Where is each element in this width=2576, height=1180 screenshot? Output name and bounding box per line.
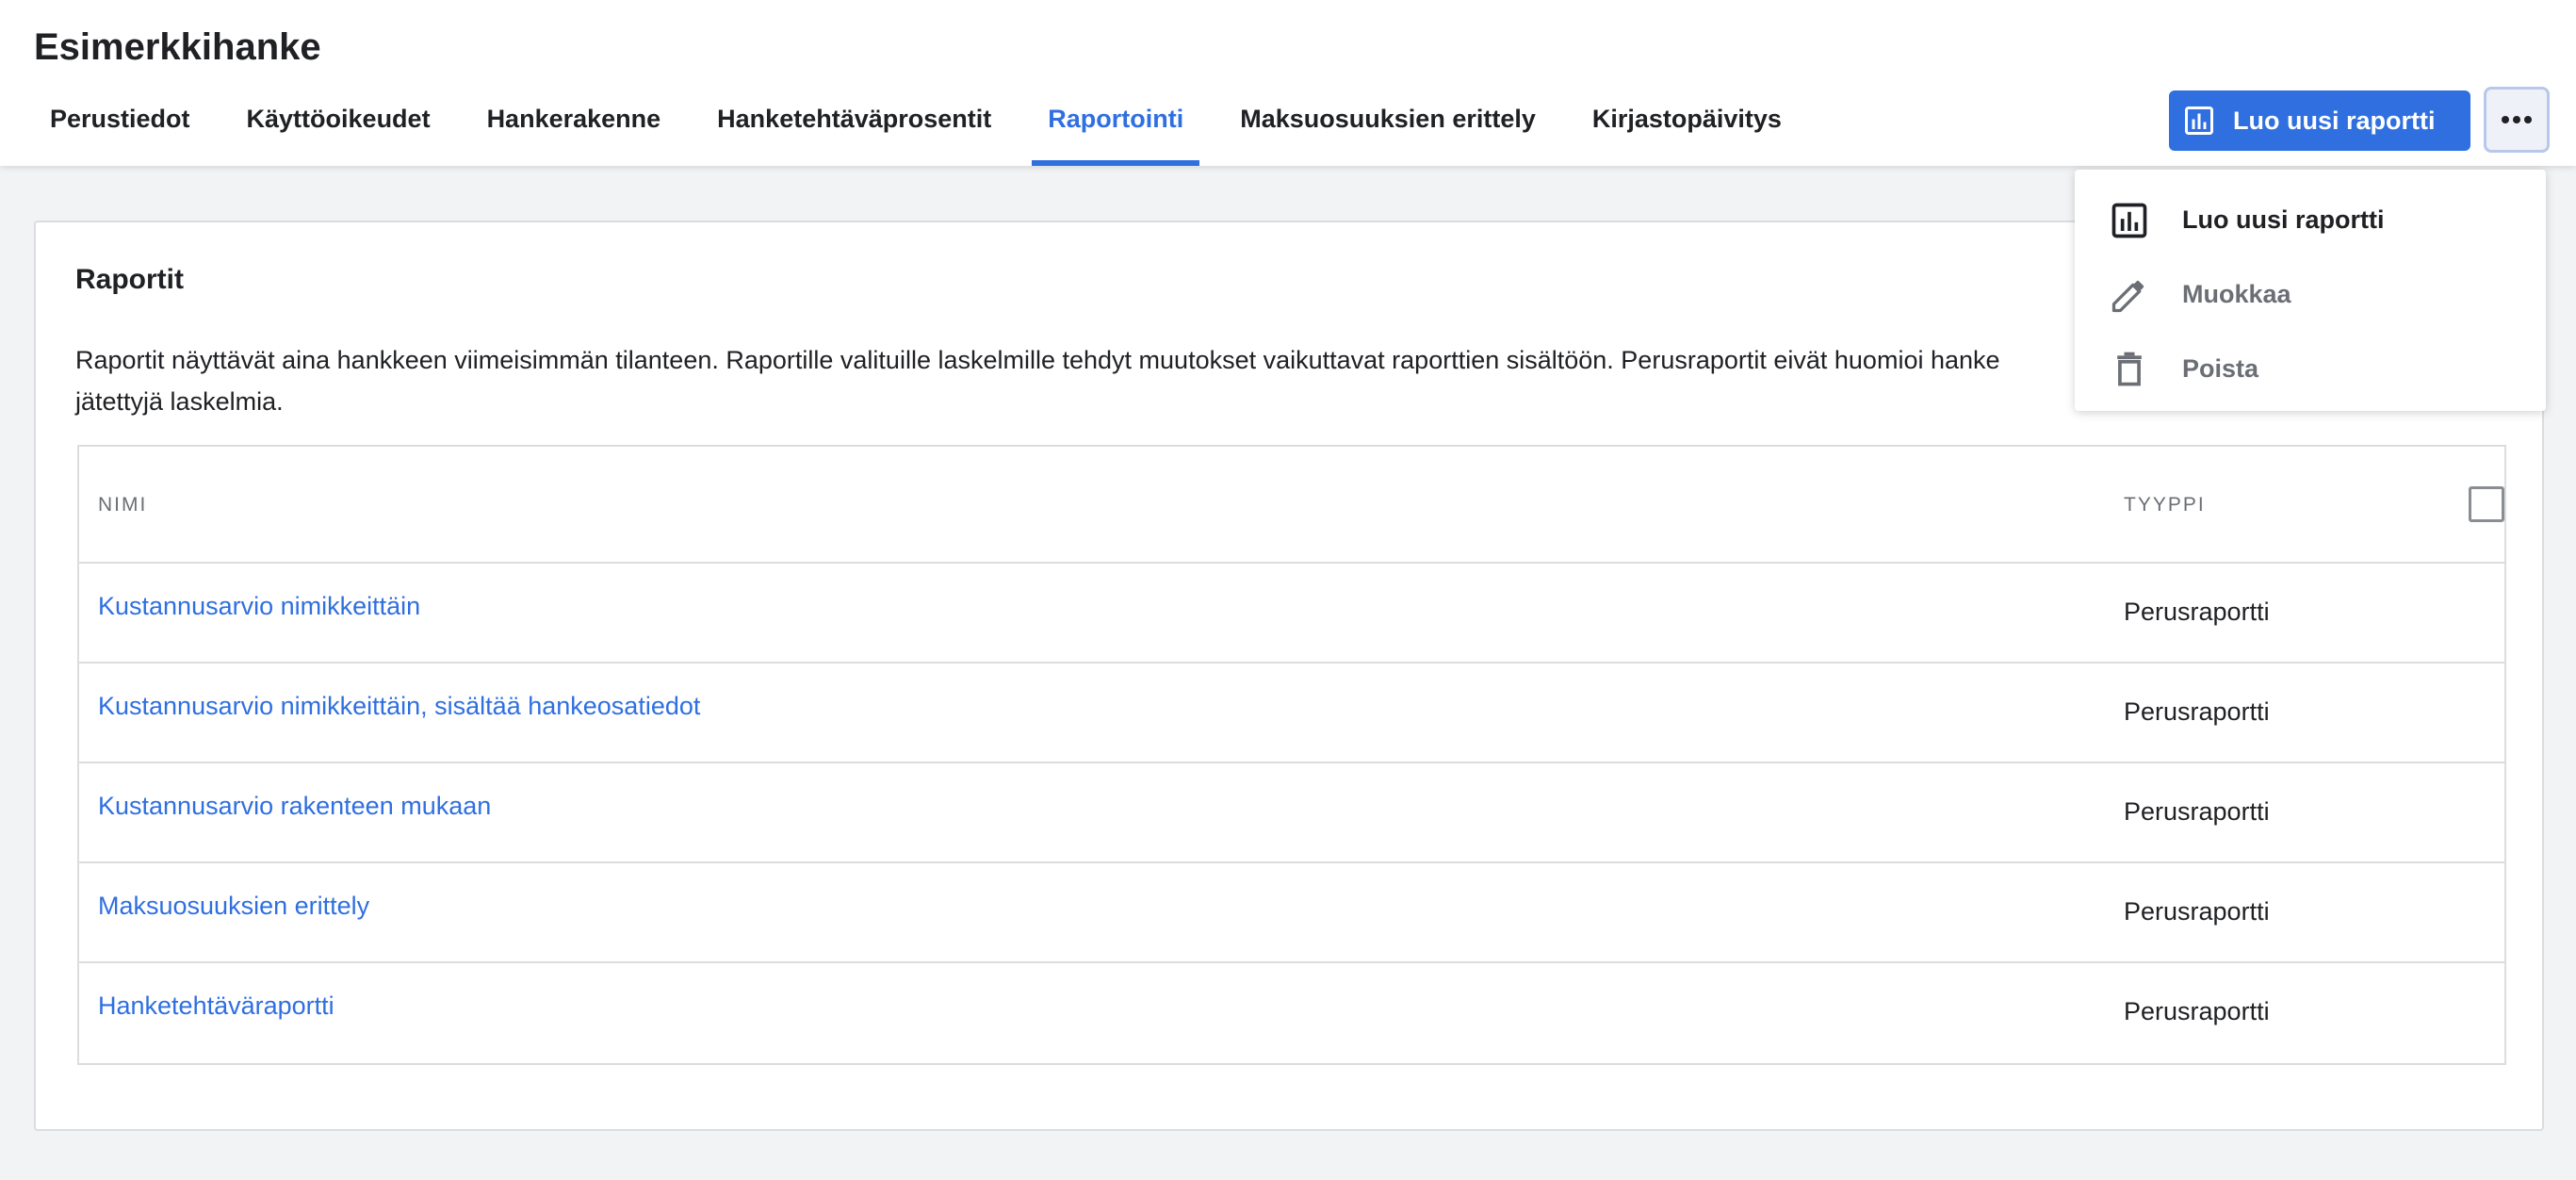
table-row[interactable]: Kustannusarvio rakenteen mukaan Perusrap…: [79, 763, 2504, 863]
card-title: Raportit: [75, 264, 184, 295]
report-name-link[interactable]: Maksuosuuksien erittely: [98, 892, 369, 921]
table-row[interactable]: Kustannusarvio nimikkeittäin, sisältää h…: [79, 664, 2504, 763]
more-horizontal-icon: [2502, 116, 2532, 123]
menu-item-edit[interactable]: Muokkaa: [2075, 257, 2546, 332]
column-header-type: TYYPPI: [2124, 494, 2206, 516]
report-name-link[interactable]: Kustannusarvio rakenteen mukaan: [98, 792, 491, 821]
bar-chart-icon: [2185, 107, 2213, 135]
more-actions-menu: Luo uusi raportti Muokkaa Poista: [2075, 170, 2546, 411]
menu-item-label: Poista: [2182, 354, 2259, 383]
table-row[interactable]: Maksuosuuksien erittely Perusraportti: [79, 863, 2504, 963]
menu-item-delete[interactable]: Poista: [2075, 332, 2546, 406]
menu-item-label: Luo uusi raportti: [2182, 205, 2385, 234]
bar-chart-icon: [2111, 203, 2147, 238]
project-title: Esimerkkihanke: [34, 26, 321, 68]
report-type: Perusraportti: [2124, 897, 2270, 926]
tab-maksuosuuksien-erittely[interactable]: Maksuosuuksien erittely: [1224, 90, 1552, 166]
tab-bar: Perustiedot Käyttöoikeudet Hankerakenne …: [34, 90, 1822, 166]
table-row[interactable]: Kustannusarvio nimikkeittäin Perusraport…: [79, 564, 2504, 664]
select-all-checkbox[interactable]: [2469, 486, 2504, 522]
trash-icon: [2117, 352, 2142, 385]
create-report-button[interactable]: Luo uusi raportti: [2169, 90, 2470, 151]
card-description: Raportit näyttävät aina hankkeen viimeis…: [75, 339, 2129, 422]
create-report-button-label: Luo uusi raportti: [2233, 106, 2436, 135]
menu-item-create-report[interactable]: Luo uusi raportti: [2075, 183, 2546, 257]
report-name-link[interactable]: Kustannusarvio nimikkeittäin, sisältää h…: [98, 692, 700, 721]
tab-perustiedot[interactable]: Perustiedot: [34, 90, 206, 166]
reports-table: NIMI TYYPPI Kustannusarvio nimikkeittäin…: [77, 445, 2506, 1065]
tab-kayttooikeudet[interactable]: Käyttöoikeudet: [231, 90, 447, 166]
report-type: Perusraportti: [2124, 997, 2270, 1025]
tab-hankerakenne[interactable]: Hankerakenne: [471, 90, 677, 166]
report-type: Perusraportti: [2124, 598, 2270, 626]
pencil-icon: [2111, 280, 2144, 312]
tab-kirjastopaivitys[interactable]: Kirjastopäivitys: [1576, 90, 1798, 166]
report-name-link[interactable]: Kustannusarvio nimikkeittäin: [98, 592, 420, 621]
page-header: Esimerkkihanke Perustiedot Käyttöoikeude…: [0, 0, 2576, 166]
menu-item-label: Muokkaa: [2182, 280, 2291, 308]
report-type: Perusraportti: [2124, 797, 2270, 826]
card-description-line-2: jätettyjä laskelmia.: [75, 387, 284, 416]
table-row[interactable]: Hanketehtäväraportti Perusraportti: [79, 963, 2504, 1063]
tab-hanketehtavaprosentit[interactable]: Hanketehtäväprosentit: [701, 90, 1007, 166]
table-header: NIMI TYYPPI: [79, 447, 2504, 564]
column-header-name: NIMI: [98, 494, 148, 516]
report-name-link[interactable]: Hanketehtäväraportti: [98, 992, 334, 1021]
tab-raportointi[interactable]: Raportointi: [1032, 90, 1200, 166]
more-actions-button[interactable]: [2484, 87, 2550, 153]
report-type: Perusraportti: [2124, 697, 2270, 726]
card-description-line-1: Raportit näyttävät aina hankkeen viimeis…: [75, 346, 2000, 374]
